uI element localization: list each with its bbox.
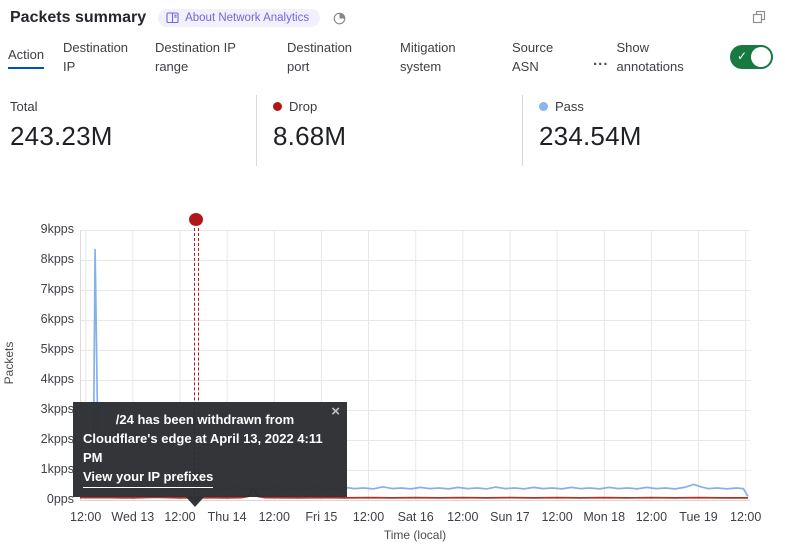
x-tick-label: 12:00 bbox=[259, 510, 290, 524]
y-tick-label: 6kpps bbox=[2, 312, 74, 326]
view-ip-prefixes-link[interactable]: View your IP prefixes bbox=[83, 467, 213, 488]
summary-stats: Total 243.23M Drop 8.68M Pass 234.54M bbox=[0, 95, 785, 166]
stat-total-value: 243.23M bbox=[10, 121, 256, 152]
stat-total: Total 243.23M bbox=[0, 95, 256, 166]
x-tick-label: 12:00 bbox=[730, 510, 761, 524]
tab-destination-ip[interactable]: Destination IP bbox=[63, 38, 141, 76]
tab-source-asn[interactable]: Source ASN bbox=[512, 38, 569, 76]
y-tick-label: 7kpps bbox=[2, 282, 74, 296]
dimension-tabs: Action Destination IP Destination IP ran… bbox=[0, 27, 785, 81]
pie-chart-icon bbox=[332, 11, 347, 26]
annotation-marker-dot[interactable] bbox=[189, 213, 203, 226]
x-tick-label: Fri 15 bbox=[305, 510, 337, 524]
x-tick-label: 12:00 bbox=[353, 510, 384, 524]
y-tick-label: 3kpps bbox=[2, 402, 74, 416]
stat-pass: Pass 234.54M bbox=[522, 95, 642, 166]
expand-icon[interactable] bbox=[751, 9, 767, 30]
about-network-analytics-badge[interactable]: About Network Analytics bbox=[158, 9, 320, 27]
x-tick-label: Sat 16 bbox=[398, 510, 434, 524]
book-icon bbox=[166, 12, 179, 24]
show-annotations-label: Show annotations bbox=[617, 38, 707, 76]
more-tabs-ellipsis[interactable]: ... bbox=[593, 48, 609, 66]
stat-drop-value: 8.68M bbox=[273, 121, 522, 152]
stat-total-label: Total bbox=[10, 99, 37, 114]
y-tick-label: 0pps bbox=[2, 492, 74, 506]
page-title: Packets summary bbox=[10, 9, 146, 27]
tooltip-line2: Cloudflare's edge at April 13, 2022 4:11… bbox=[83, 429, 337, 467]
tab-action[interactable]: Action bbox=[8, 45, 50, 69]
x-tick-label: 12:00 bbox=[541, 510, 572, 524]
tooltip-line1: /24 has been withdrawn from bbox=[83, 410, 337, 429]
x-tick-label: 12:00 bbox=[636, 510, 667, 524]
toggle-knob bbox=[751, 47, 771, 67]
x-tick-label: 12:00 bbox=[70, 510, 101, 524]
x-axis-title: Time (local) bbox=[80, 528, 750, 542]
x-tick-label: Thu 14 bbox=[208, 510, 247, 524]
y-tick-label: 1kpps bbox=[2, 462, 74, 476]
tab-destination-ip-range[interactable]: Destination IP range bbox=[155, 38, 263, 76]
badge-label: About Network Analytics bbox=[185, 12, 309, 24]
y-tick-label: 2kpps bbox=[2, 432, 74, 446]
y-tick-label: 9kpps bbox=[2, 222, 74, 236]
show-annotations-toggle[interactable]: ✓ bbox=[730, 45, 773, 69]
stat-pass-label: Pass bbox=[555, 99, 584, 114]
x-tick-label: Mon 18 bbox=[583, 510, 625, 524]
annotation-tooltip: × /24 has been withdrawn from Cloudflare… bbox=[73, 402, 347, 497]
stat-drop-label: Drop bbox=[289, 99, 317, 114]
x-tick-label: Sun 17 bbox=[490, 510, 530, 524]
y-tick-label: 5kpps bbox=[2, 342, 74, 356]
stat-drop: Drop 8.68M bbox=[256, 95, 522, 166]
x-tick-label: 12:00 bbox=[164, 510, 195, 524]
stat-pass-value: 234.54M bbox=[539, 121, 642, 152]
y-axis-title: Packets bbox=[2, 328, 16, 398]
drop-legend-dot bbox=[273, 102, 282, 111]
packets-summary-panel: Packets summary About Network Analytics bbox=[0, 0, 785, 555]
pass-legend-dot bbox=[539, 102, 548, 111]
x-tick-label: Wed 13 bbox=[111, 510, 154, 524]
y-tick-label: 4kpps bbox=[2, 372, 74, 386]
x-tick-label: Tue 19 bbox=[679, 510, 717, 524]
check-icon: ✓ bbox=[737, 49, 747, 63]
y-tick-label: 8kpps bbox=[2, 252, 74, 266]
x-tick-label: 12:00 bbox=[447, 510, 478, 524]
tooltip-arrow bbox=[186, 497, 204, 507]
tab-destination-port[interactable]: Destination port bbox=[287, 38, 376, 76]
header: Packets summary About Network Analytics bbox=[0, 0, 785, 27]
close-icon[interactable]: × bbox=[331, 404, 340, 419]
tab-mitigation-system[interactable]: Mitigation system bbox=[400, 38, 488, 76]
